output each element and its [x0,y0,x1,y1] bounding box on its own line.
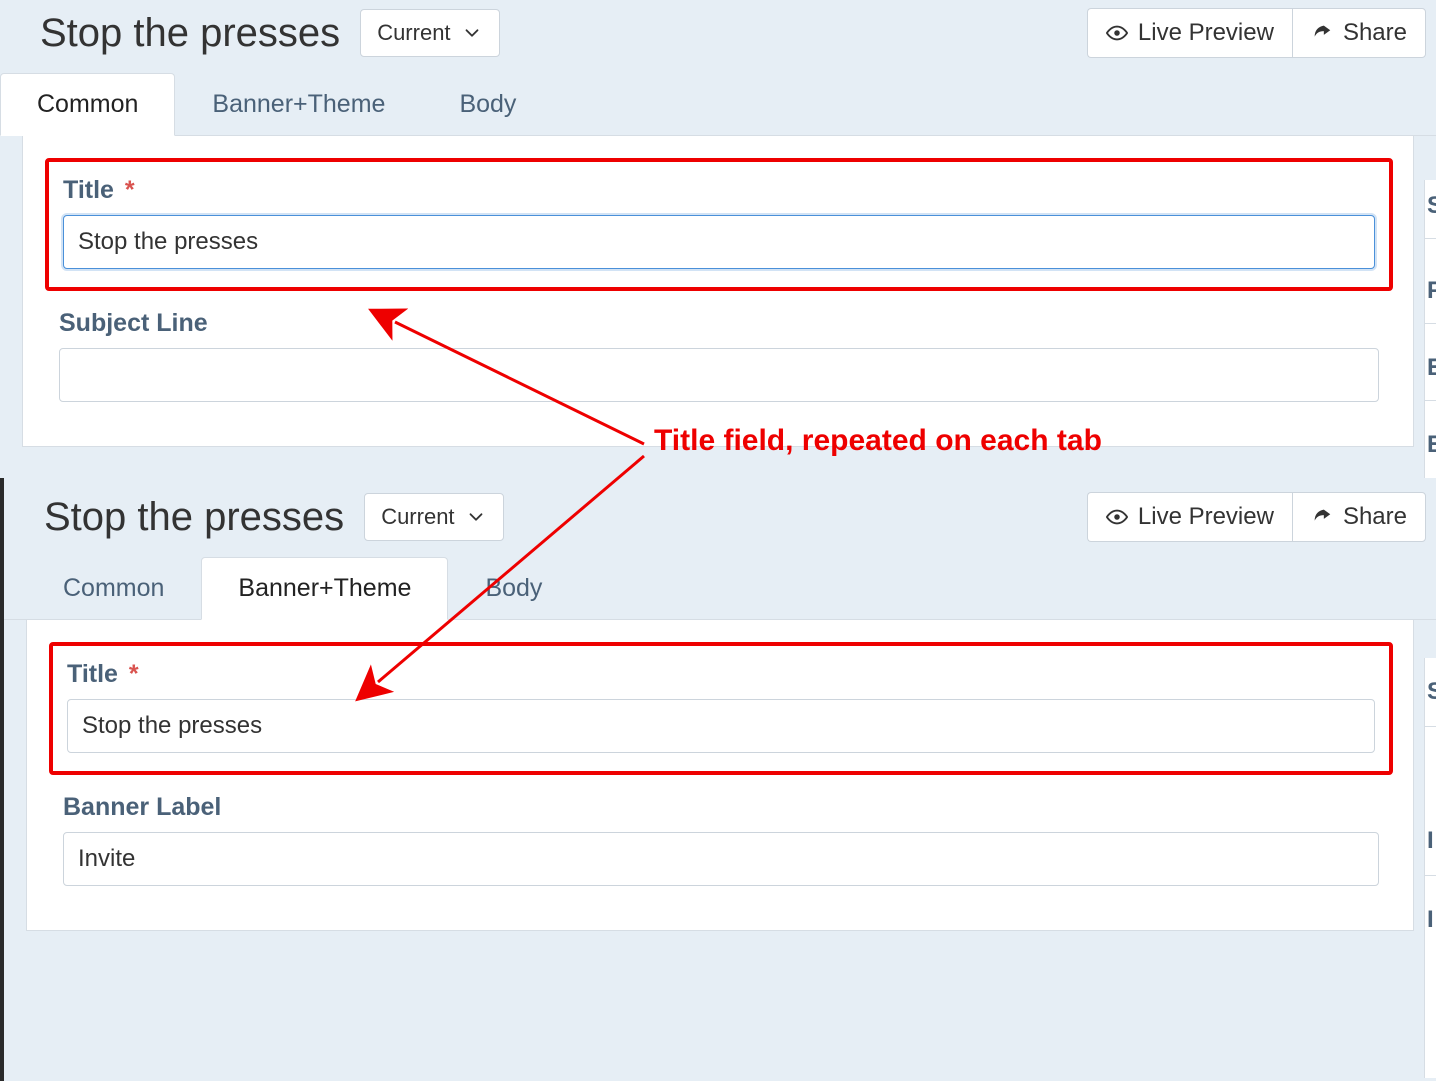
live-preview-label: Live Preview [1138,503,1274,531]
tab-banner-theme[interactable]: Banner+Theme [175,73,422,136]
tabs-row: Common Banner+Theme Body [4,556,1436,620]
share-arrow-icon [1311,506,1333,528]
title-highlight-box: Title * [49,642,1393,775]
title-label-text: Title [63,176,114,204]
page-title: Stop the presses [40,11,340,56]
title-field[interactable] [67,699,1375,753]
banner-label-label: Banner Label [63,793,1379,822]
live-preview-button[interactable]: Live Preview [1087,8,1292,58]
chevron-down-icon [465,506,487,528]
title-label-text: Title [67,660,118,688]
form-area-common: Title * Subject Line [22,136,1414,447]
tab-common[interactable]: Common [26,557,201,620]
version-dropdown[interactable]: Current [360,9,499,57]
version-dropdown-label: Current [377,20,450,46]
share-label: Share [1343,19,1407,47]
editor-pane-common: Stop the presses Current Live Preview Sh… [0,0,1436,478]
tab-body[interactable]: Body [448,557,579,620]
title-highlight-box: Title * [45,158,1393,291]
title-field[interactable] [63,215,1375,269]
version-dropdown-label: Current [381,504,454,530]
title-label: Title * [67,660,1375,689]
version-dropdown[interactable]: Current [364,493,503,541]
chevron-down-icon [461,22,483,44]
sidebar-letter: S [1425,192,1436,220]
sidebar-letter: E [1425,354,1436,382]
sidebar-letter: S [1425,678,1436,706]
title-label: Title * [63,176,1375,205]
subject-line-group: Subject Line [45,309,1393,402]
share-button[interactable]: Share [1292,8,1426,58]
required-asterisk: * [129,660,139,688]
share-arrow-icon [1311,22,1333,44]
page-title: Stop the presses [44,495,344,540]
share-label: Share [1343,503,1407,531]
sidebar-letter: E [1425,431,1436,459]
required-asterisk: * [125,176,135,204]
sidebar-stub-top: S F E E [1424,180,1436,478]
sidebar-stub-bottom: S I I [1424,658,1436,1078]
eye-icon [1106,506,1128,528]
live-preview-label: Live Preview [1138,19,1274,47]
tabs-row: Common Banner+Theme Body [0,72,1436,136]
form-area-banner: Title * Banner Label [26,620,1414,931]
header-actions: Live Preview Share [1087,8,1426,58]
header-row: Stop the presses Current Live Preview Sh… [4,478,1436,556]
header-row: Stop the presses Current Live Preview Sh… [0,0,1436,72]
live-preview-button[interactable]: Live Preview [1087,492,1292,542]
tab-common[interactable]: Common [0,73,175,136]
sidebar-letter: I [1425,827,1436,855]
subject-line-field[interactable] [59,348,1379,402]
header-actions: Live Preview Share [1087,492,1426,542]
banner-label-group: Banner Label [49,793,1393,886]
sidebar-letter: I [1425,906,1436,934]
sidebar-letter: F [1425,277,1436,305]
eye-icon [1106,22,1128,44]
tab-body[interactable]: Body [422,73,553,136]
editor-pane-banner: Stop the presses Current Live Preview Sh… [0,478,1436,1081]
share-button[interactable]: Share [1292,492,1426,542]
tab-banner-theme[interactable]: Banner+Theme [201,557,448,620]
banner-label-field[interactable] [63,832,1379,886]
subject-line-label: Subject Line [59,309,1379,338]
